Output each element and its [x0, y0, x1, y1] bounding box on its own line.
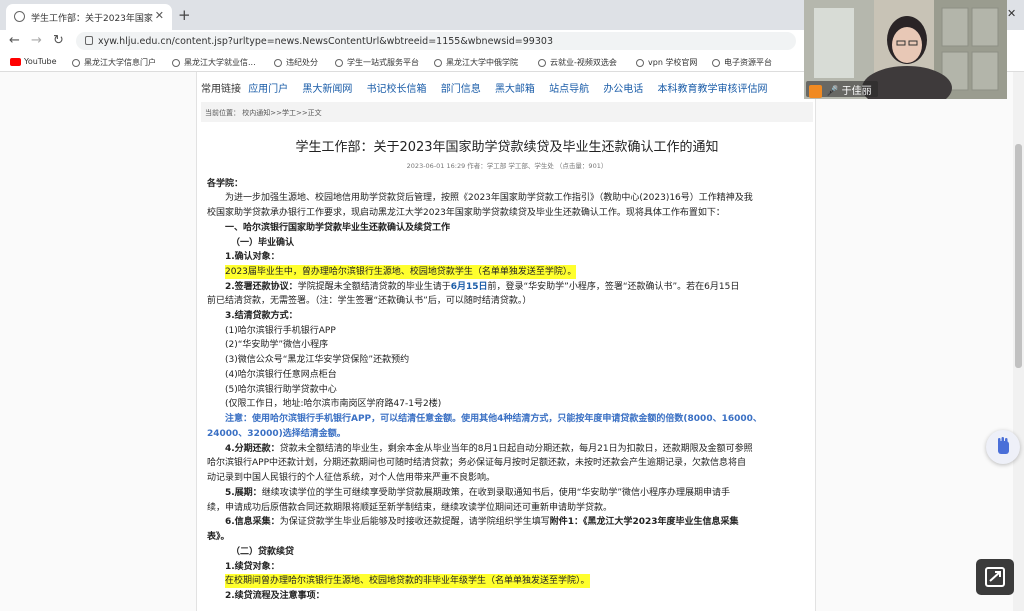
address-bar[interactable]: xyw.hlju.edu.cn/content.jsp?urltype=news…: [76, 32, 796, 50]
article-meta: 2023-06-01 16:29 作者：学工部 学工部、学生处 （点击量：901…: [406, 162, 608, 170]
globe-icon: [172, 58, 180, 67]
intro-line-2: 校国家助学贷款承办银行工作要求，现启动黑龙江大学2023年国家助学贷款续贷及毕业…: [207, 208, 725, 218]
method-5: (5)哈尔滨银行助学贷款中心: [225, 385, 337, 395]
link-news[interactable]: 黑大新闻网: [302, 84, 352, 95]
hand-icon: [998, 437, 1009, 454]
method-3: (3)微信公众号“黑龙江华安学贷保险”还款预约: [225, 355, 410, 365]
forward-icon[interactable]: →: [31, 33, 42, 48]
close-icon[interactable]: ✕: [155, 9, 164, 22]
globe-icon: [335, 58, 343, 67]
link-app-portal[interactable]: 应用门户: [248, 84, 288, 95]
item-4-line-2: 哈尔滨银行APP中还款计划，分期还款期间也可随时结清贷款；务必保证每月按时足额还…: [207, 458, 747, 468]
item-3-label: 3.结清贷款方式：: [225, 311, 298, 321]
common-links-label: 常用链接: [201, 84, 241, 95]
url-text: xyw.hlju.edu.cn/content.jsp?urltype=news…: [98, 36, 553, 47]
page-viewport: 常用链接 应用门户 黑大新闻网 书记校长信箱 部门信息 黑大邮箱 站点导航 办公…: [0, 72, 1013, 611]
bookmark-e-resources[interactable]: 电子资源平台: [712, 57, 772, 68]
common-links: 常用链接 应用门户 黑大新闻网 书记校长信箱 部门信息 黑大邮箱 站点导航 办公…: [201, 80, 779, 95]
item-4-line-1: 4.分期还款：贷款未全额结清的毕业生，剩余本金从毕业当年的8月1日起自动分期还款…: [225, 444, 753, 454]
plus-icon[interactable]: +: [178, 6, 191, 24]
breadcrumb: 当前位置： 校内通知>>学工>>正文: [201, 102, 813, 122]
intro-line-1: 为进一步加强生源地、校园地信用助学贷款贷后管理，按照《2023年国家助学贷款工作…: [225, 193, 753, 203]
item-1-text: 2023届毕业生中，曾办理哈尔滨银行生源地、校园地贷款学生（名单单独发送至学院）…: [225, 265, 577, 279]
link-departments[interactable]: 部门信息: [441, 84, 481, 95]
method-1: (1)哈尔滨银行手机银行APP: [225, 326, 336, 336]
article-page: 常用链接 应用门户 黑大新闻网 书记校长信箱 部门信息 黑大邮箱 站点导航 办公…: [196, 72, 816, 611]
method-2: (2)“华安助学”微信小程序: [225, 340, 329, 350]
back-icon[interactable]: ←: [9, 33, 20, 48]
item-4-line-3: 动记录到中国人民银行的个人征信系统，对个人信用带来严重不良影响。: [207, 473, 496, 483]
bookmark-youtube[interactable]: YouTube: [10, 57, 57, 66]
globe-icon: [636, 58, 644, 67]
article-title: 学生工作部：关于2023年国家助学贷款续贷及毕业生还款确认工作的通知: [295, 140, 719, 155]
participant-name-tag: 🎤 于佳丽: [806, 81, 878, 98]
raise-hand-button[interactable]: [986, 430, 1020, 464]
close-window-icon[interactable]: ✕: [1007, 7, 1016, 20]
subsection-2-heading: （二）贷款续贷: [231, 547, 295, 557]
scrollbar-thumb[interactable]: [1015, 144, 1022, 368]
globe-icon: [14, 11, 25, 22]
link-evaluation[interactable]: 本科教育教学审核评估网: [658, 84, 768, 95]
bookmark-cloud-job[interactable]: 云就业-视频双选会: [538, 57, 617, 68]
reload-icon[interactable]: ↻: [53, 33, 64, 48]
page-scrollbar[interactable]: [1013, 72, 1024, 611]
item-2-line-1: 2.签署还款协议：学院提醒未全额结清贷款的毕业生请于6月15日前，登录“华安助学…: [225, 282, 740, 292]
browser-tab[interactable]: 学生工作部：关于2023年国家助学贷款续贷及毕业生还款确认工作的通知 ✕: [6, 4, 172, 30]
bookmark-portal[interactable]: 黑龙江大学信息门户: [72, 57, 156, 68]
bookmark-employment[interactable]: 黑龙江大学就业信...: [172, 57, 256, 68]
method-4: (4)哈尔滨银行任意网点柜台: [225, 370, 337, 380]
note-line-1: 注意：使用哈尔滨银行手机银行APP，可以结清任意金额。使用其他4种结清方式，只能…: [225, 414, 762, 424]
item-6-line-1: 6.信息采集：为保证贷款学生毕业后能够及时接收还款提醒，请学院组织学生填写附件1…: [225, 517, 739, 527]
youtube-icon: [10, 57, 21, 66]
tab-title: 学生工作部：关于2023年国家助学贷款续贷及毕业生还款确认工作的通知: [31, 14, 153, 24]
section-1-heading: 一、哈尔滨银行国家助学贷款毕业生还款确认及续贷工作: [225, 223, 451, 233]
item-2-line-2: 前已结清贷款，无需签署。（注：学生签署“还款确认书”后，可以随时结清贷款。）: [207, 296, 532, 306]
globe-icon: [274, 58, 282, 67]
lock-icon: [85, 36, 93, 45]
participant-name: 于佳丽: [841, 86, 872, 97]
share-screen-icon: [985, 567, 1005, 587]
method-address: (仅限工作日，地址:哈尔滨市南岗区学府路47-1号2楼): [225, 399, 442, 409]
user-icon: [809, 84, 822, 98]
globe-icon: [712, 58, 720, 67]
item-6-line-2: 表》。: [207, 532, 230, 542]
bookmark-one-stop[interactable]: 学生一站式服务平台: [335, 57, 419, 68]
item-1-label: 1.确认对象：: [225, 252, 280, 262]
bookmark-vpn[interactable]: vpn 学校官网: [636, 57, 697, 68]
item-7-text: 在校期间曾办理哈尔滨银行生源地、校园地贷款的非毕业年级学生（名单单独发送至学院）…: [225, 574, 590, 588]
item-5-line-2: 续，申请成功后原借款合同还款期限将顺延至新学制结束，继续攻读学位期间还可重新申请…: [207, 503, 613, 513]
salutation: 各学院：: [207, 179, 244, 189]
share-screen-button[interactable]: [976, 559, 1014, 595]
subsection-1-heading: （一）毕业确认: [231, 238, 295, 248]
link-mailbox[interactable]: 书记校长信箱: [367, 84, 427, 95]
item-5-line-1: 5.展期：继续攻读学位的学生可继续享受助学贷款展期政策，在收到录取通知书后，使用…: [225, 488, 731, 498]
microphone-icon[interactable]: 🎤: [826, 86, 838, 97]
bookmark-discipline[interactable]: 违纪处分: [274, 57, 318, 68]
link-sitemap[interactable]: 站点导航: [549, 84, 589, 95]
webcam-overlay: 🎤 于佳丽: [804, 0, 1007, 99]
globe-icon: [72, 58, 80, 67]
note-line-2: 24000、32000)选择结清金额。: [207, 429, 346, 439]
item-8-label: 2.续贷流程及注意事项：: [225, 591, 325, 601]
item-7-label: 1.续贷对象：: [225, 562, 280, 572]
link-email[interactable]: 黑大邮箱: [495, 84, 535, 95]
bookmark-sino-russian[interactable]: 黑龙江大学中俄学院: [434, 57, 518, 68]
globe-icon: [538, 58, 546, 67]
link-phone[interactable]: 办公电话: [603, 84, 643, 95]
globe-icon: [434, 58, 442, 67]
